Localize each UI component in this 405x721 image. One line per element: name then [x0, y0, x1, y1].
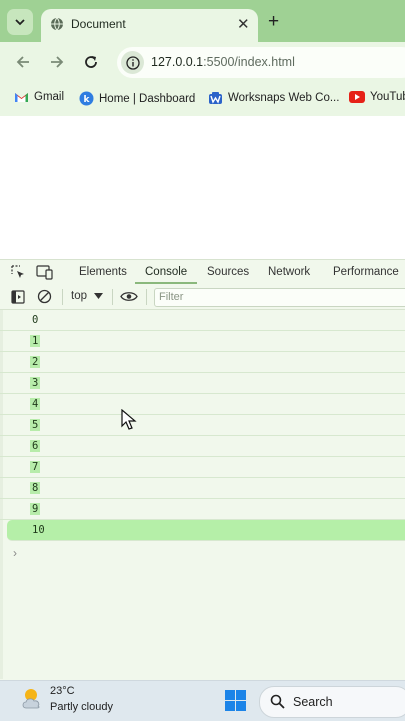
bookmark-label: Home | Dashboard — [99, 92, 196, 105]
console-log-row: 6 — [0, 436, 405, 457]
log-value: 2 — [30, 356, 41, 368]
log-value: 1 — [30, 335, 41, 347]
bookmark-label: Worksnaps Web Co... — [228, 92, 340, 104]
console-filter-input[interactable]: Filter — [154, 288, 405, 307]
address-bar[interactable]: 127.0.0.1:5500/index.html — [117, 47, 405, 78]
tab-document[interactable]: Document ✕ — [41, 9, 258, 42]
toolbar-divider — [146, 289, 147, 305]
url-text: 127.0.0.1:5500/index.html — [151, 55, 295, 69]
log-value: 0 — [32, 314, 39, 326]
k-icon: k — [79, 91, 94, 106]
console-log-row: 8 — [0, 478, 405, 499]
bookmark-youtube[interactable]: YouTub — [349, 91, 405, 103]
devtools-tab-network[interactable]: Network — [268, 266, 310, 278]
youtube-icon — [349, 91, 365, 103]
back-arrow-icon[interactable] — [15, 54, 31, 70]
clear-console-icon[interactable] — [37, 289, 52, 304]
devtools-tab-bar: Elements Console Sources Network Perform… — [0, 259, 405, 287]
close-tab-icon[interactable]: ✕ — [237, 15, 250, 33]
devtools-tab-sources[interactable]: Sources — [207, 266, 249, 278]
weather-condition: Partly cloudy — [50, 701, 113, 713]
console-log-row: 7 — [0, 457, 405, 478]
dropdown-caret-icon[interactable] — [94, 293, 103, 300]
console-log-row: 2 — [0, 352, 405, 373]
site-info-button[interactable] — [121, 51, 144, 74]
inspect-element-icon[interactable] — [11, 265, 26, 280]
console-log-list: 0 1 2 3 4 5 6 7 8 9 10 — [0, 310, 405, 541]
chevron-down-icon — [15, 19, 25, 26]
devtools-tab-performance[interactable]: Performance — [333, 266, 399, 278]
reload-icon[interactable] — [83, 54, 99, 70]
log-value: 4 — [30, 398, 41, 410]
tab-strip: Document ✕ + — [0, 0, 405, 42]
windows-start-icon[interactable] — [225, 690, 246, 711]
console-toolbar: top Filter — [0, 285, 405, 310]
bookmark-worksnaps[interactable]: Worksnaps Web Co... — [208, 91, 339, 105]
log-value: 3 — [30, 377, 41, 389]
log-value: 8 — [30, 482, 41, 494]
windows-taskbar: 23°C Partly cloudy Search — [0, 680, 405, 721]
tab-search-button[interactable] — [7, 9, 33, 35]
console-log-row: 5 — [0, 415, 405, 436]
bookmarks-bar: Gmail k Home | Dashboard Worksnaps Web C… — [0, 82, 405, 116]
console-log-row-latest: 10 — [7, 520, 405, 541]
worksnaps-icon — [209, 92, 222, 104]
log-value: 6 — [30, 440, 41, 452]
toolbar-divider — [62, 289, 63, 305]
url-host: 127.0.0.1 — [151, 55, 204, 69]
page-viewport — [0, 116, 405, 259]
url-path: :5500/index.html — [203, 55, 295, 69]
console-log-row: 4 — [0, 394, 405, 415]
console-prompt[interactable]: › — [13, 546, 17, 560]
info-icon — [125, 55, 140, 70]
log-value: 9 — [30, 503, 41, 515]
globe-icon — [51, 17, 63, 31]
bookmark-gmail[interactable]: Gmail — [14, 91, 64, 103]
tab-title: Document — [71, 17, 126, 31]
active-tab-indicator — [135, 282, 197, 284]
context-selector[interactable]: top — [71, 290, 87, 302]
search-label: Search — [293, 695, 333, 709]
eye-icon[interactable] — [120, 290, 138, 303]
log-value: 7 — [30, 461, 41, 473]
console-log-row: 9 — [0, 499, 405, 520]
taskbar-search-box[interactable]: Search — [259, 686, 405, 718]
search-icon — [270, 694, 285, 709]
console-log-row: 0 — [0, 310, 405, 331]
filter-placeholder: Filter — [159, 291, 184, 303]
devtools-tab-elements[interactable]: Elements — [79, 266, 127, 278]
log-value: 5 — [30, 419, 41, 431]
bookmark-home-dashboard[interactable]: k Home | Dashboard — [79, 91, 195, 106]
partly-cloudy-icon[interactable] — [21, 686, 45, 712]
gmail-icon — [15, 93, 28, 102]
new-tab-button[interactable]: + — [268, 9, 279, 35]
weather-temperature: 23°C — [50, 685, 75, 697]
bookmark-label: Gmail — [34, 91, 65, 103]
toolbar-divider — [112, 289, 113, 305]
mouse-cursor-icon — [121, 409, 137, 430]
sidebar-toggle-icon[interactable] — [11, 290, 25, 304]
console-log-row: 1 — [0, 331, 405, 352]
forward-arrow-icon[interactable] — [49, 54, 65, 70]
log-value: 10 — [32, 524, 45, 536]
bookmark-label: YouTub — [370, 91, 405, 103]
console-log-row: 3 — [0, 373, 405, 394]
svg-text:k: k — [84, 95, 91, 105]
device-toolbar-icon[interactable] — [36, 265, 53, 280]
devtools-tab-console[interactable]: Console — [145, 266, 187, 278]
